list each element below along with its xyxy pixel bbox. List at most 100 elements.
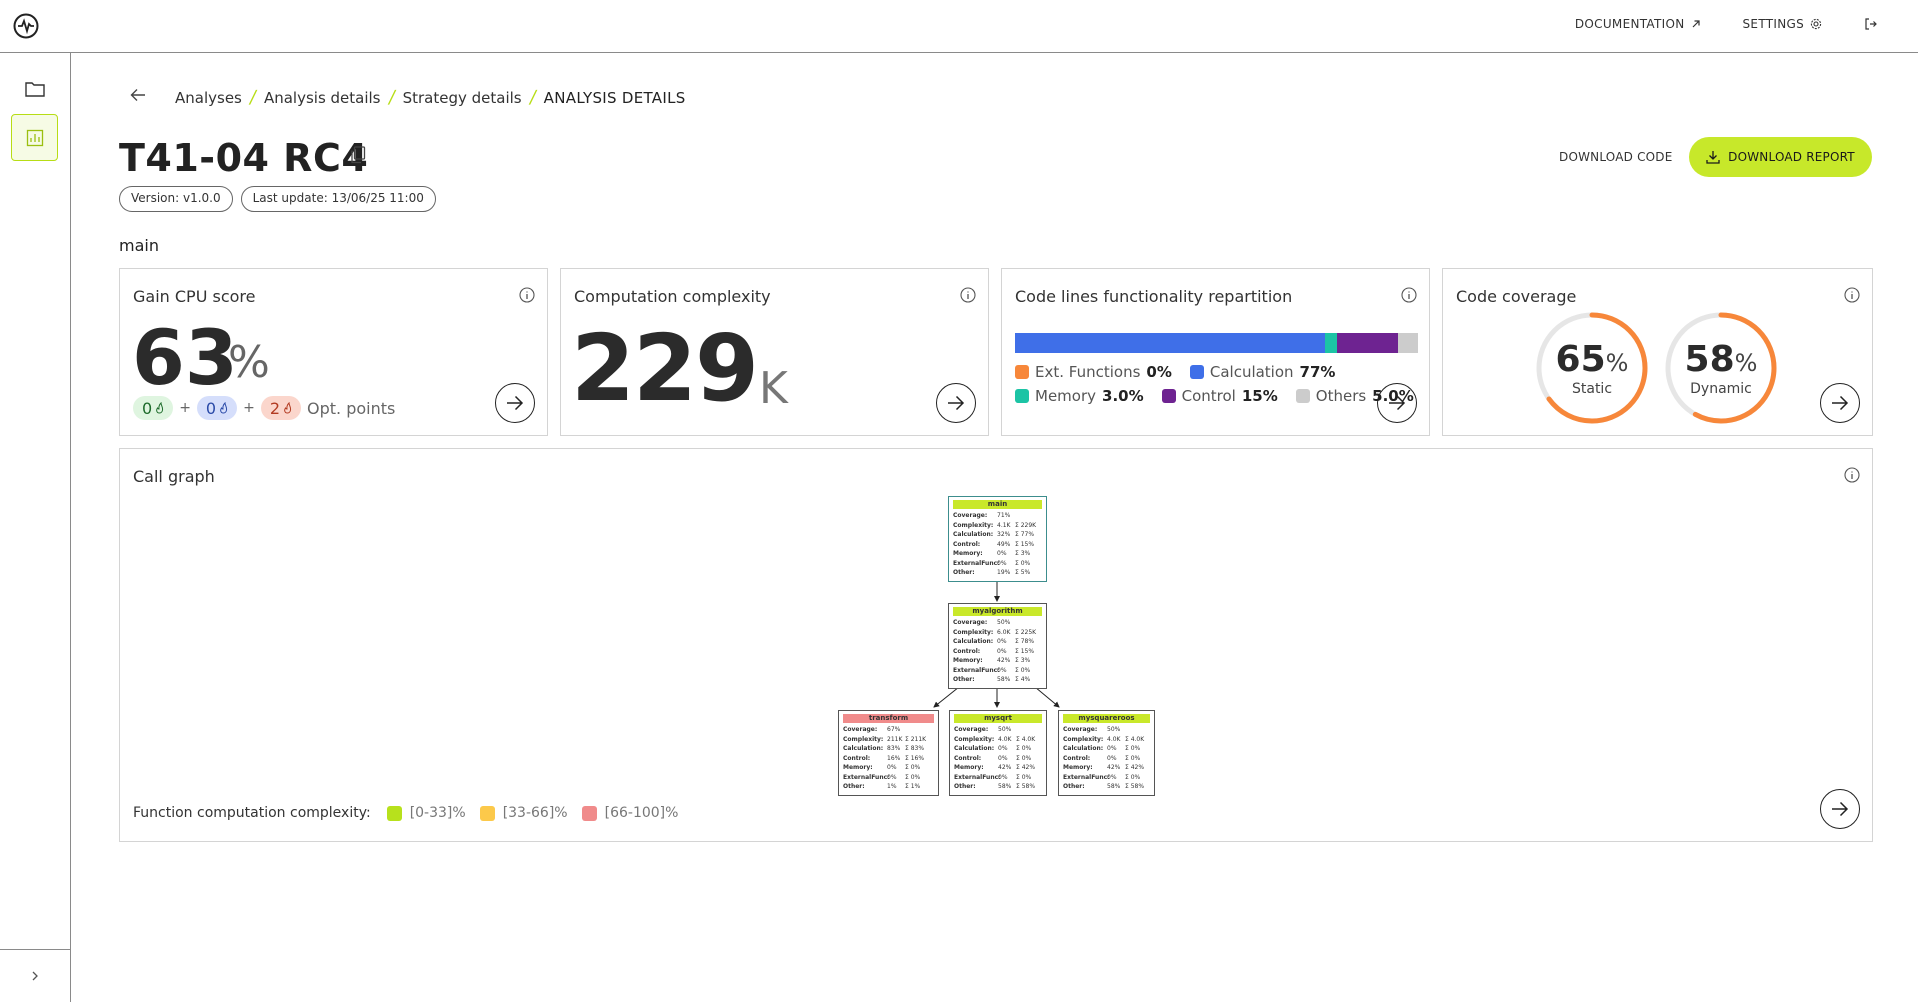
opt-red-count: 2 [269, 398, 281, 418]
graph-node-mysqrt[interactable]: mysqrt Coverage: 50% Complexity: 4.0K Σ 4.0K C… [949, 710, 1047, 796]
node-metric-row: Control: 0% Σ 15% [953, 647, 1042, 657]
metric-value: 50% [997, 619, 1011, 626]
arrow-right-icon [948, 395, 965, 411]
metric-value: 58% [1107, 783, 1121, 790]
metric-value: 6.0K [997, 628, 1011, 636]
node-metric-row: Calculation: 32% Σ 77% [953, 530, 1042, 540]
metric-name: ExternalFunc: [1063, 773, 1110, 781]
call-graph-diagram[interactable]: main Coverage: 71% Complexity: 4.1K Σ 229K Cal… [837, 494, 1157, 799]
bar-segment [1397, 333, 1418, 353]
breadcrumb-analyses[interactable]: Analyses [175, 89, 242, 107]
node-metric-row: ExternalFunc: 0% Σ 0% [843, 773, 934, 783]
bar-segment [1015, 333, 1326, 353]
opt-points-red: 2 [260, 396, 302, 420]
dynamic-coverage-label: Dynamic [1690, 381, 1752, 397]
metric-value: Σ 0% [905, 773, 921, 781]
repartition-legend-row-2: Memory 3.0% Control 15% Others 5.0% [1015, 387, 1414, 405]
card-title: Call graph [133, 467, 215, 486]
node-metric-row: Other: 1% Σ 1% [843, 782, 934, 792]
metric-value: Σ 4.0K [1125, 735, 1145, 743]
arrow-right-icon [1832, 801, 1849, 817]
metric-value: Σ 0% [1125, 745, 1141, 752]
call-graph-details-button[interactable] [1820, 789, 1860, 829]
chevron-right-icon [32, 971, 38, 981]
pulse-logo-icon[interactable] [13, 13, 39, 39]
metric-value: 50% [998, 726, 1012, 733]
logout-button[interactable] [1864, 17, 1878, 31]
complexity-details-button[interactable] [936, 383, 976, 423]
metric-name: Coverage: [843, 726, 878, 733]
complexity-value: 229 [571, 315, 759, 422]
info-icon[interactable] [1844, 467, 1860, 483]
metric-value: 4.0K [1107, 735, 1121, 743]
metric-value: Σ 225K [1015, 628, 1037, 636]
node-metric-row: Control: 49% Σ 15% [953, 540, 1042, 550]
node-metric-row: ExternalFunc: 0% Σ 0% [1063, 773, 1150, 783]
graph-node-main[interactable]: main Coverage: 71% Complexity: 4.1K Σ 229K Cal… [948, 496, 1047, 582]
version-badge: Version: v1.0.0 [119, 186, 233, 212]
metric-name: Calculation: [843, 745, 884, 752]
breadcrumb-separator: / [527, 87, 538, 108]
metric-name: Control: [843, 754, 871, 762]
documentation-link[interactable]: DOCUMENTATION [1575, 17, 1701, 31]
metric-name: Memory: [843, 764, 873, 771]
metric-name: Other: [1063, 783, 1085, 790]
legend-swatch [1015, 389, 1029, 403]
metric-name: ExternalFunc: [954, 773, 1001, 781]
metric-value: 42% [1107, 764, 1121, 771]
node-metric-row: Control: 0% Σ 0% [1063, 754, 1150, 764]
breadcrumb-separator: / [386, 87, 397, 108]
breadcrumb-analysis-details[interactable]: Analysis details [264, 89, 381, 107]
opt-green-count: 0 [142, 398, 153, 418]
cpu-details-button[interactable] [495, 383, 535, 423]
dynamic-coverage-gauge: 58% Dynamic [1664, 311, 1778, 425]
metric-value: Σ 15% [1015, 540, 1035, 548]
static-coverage-value: 65% [1555, 339, 1629, 380]
info-icon[interactable] [519, 287, 535, 303]
sidebar [0, 53, 71, 1002]
plus-sign: + [179, 400, 191, 416]
node-title: transform [843, 714, 934, 723]
graph-node-mysquareroos[interactable]: mysquareroos Coverage: 50% Complexity: 4.0K Σ… [1058, 710, 1155, 796]
sidebar-expand-button[interactable] [0, 949, 70, 1002]
graph-node-transform[interactable]: transform Coverage: 67% Complexity: 211K Σ 21… [838, 710, 939, 796]
download-code-button[interactable]: DOWNLOAD CODE [1559, 150, 1673, 164]
info-icon[interactable] [960, 287, 976, 303]
legend-swatch-mid [479, 805, 495, 821]
info-icon[interactable] [1401, 287, 1417, 303]
download-report-button[interactable]: DOWNLOAD REPORT [1689, 137, 1872, 177]
node-metric-row: Calculation: 0% Σ 0% [954, 744, 1042, 754]
copy-icon[interactable] [350, 146, 366, 164]
sidebar-item-analyses[interactable] [11, 65, 58, 112]
plus-sign: + [243, 400, 255, 416]
node-metric-row: ExternalFunc: 0% Σ 0% [953, 666, 1042, 676]
metric-value: Σ 211K [905, 735, 927, 743]
legend-label-high: [66-100]% [604, 805, 679, 821]
metric-name: Calculation: [953, 531, 994, 538]
metric-value: 71% [997, 512, 1011, 519]
metric-value: Σ 3% [1015, 550, 1031, 557]
node-metric-row: Coverage: 71% [953, 511, 1042, 521]
metric-value: Σ 229K [1015, 521, 1037, 529]
node-metric-row: Memory: 42% Σ 3% [953, 656, 1042, 666]
repartition-details-button[interactable] [1377, 383, 1417, 423]
node-metric-row: Other: 58% Σ 4% [953, 675, 1042, 685]
metric-value: 4.0K [998, 735, 1012, 743]
settings-link[interactable]: SETTINGS [1743, 17, 1822, 31]
section-label: main [119, 236, 159, 255]
arrow-right-icon [1389, 395, 1406, 411]
graph-node-myalgorithm[interactable]: myalgorithm Coverage: 50% Complexity: 6.0K Σ … [948, 603, 1047, 689]
breadcrumb-strategy-details[interactable]: Strategy details [403, 89, 522, 107]
legend-value: 15% [1241, 387, 1278, 405]
arrow-left-icon[interactable] [130, 88, 146, 102]
repartition-card: Code lines functionality repartition Ext… [1001, 268, 1430, 436]
sidebar-item-report[interactable] [11, 114, 58, 161]
metric-value: Σ 42% [1016, 764, 1036, 771]
coverage-details-button[interactable] [1820, 383, 1860, 423]
metric-name: Control: [953, 540, 981, 548]
legend-swatch [1161, 389, 1176, 403]
info-icon[interactable] [1844, 287, 1860, 303]
static-coverage-label: Static [1571, 381, 1613, 397]
external-link-icon [1692, 20, 1700, 28]
metric-value: 0% [887, 773, 897, 781]
